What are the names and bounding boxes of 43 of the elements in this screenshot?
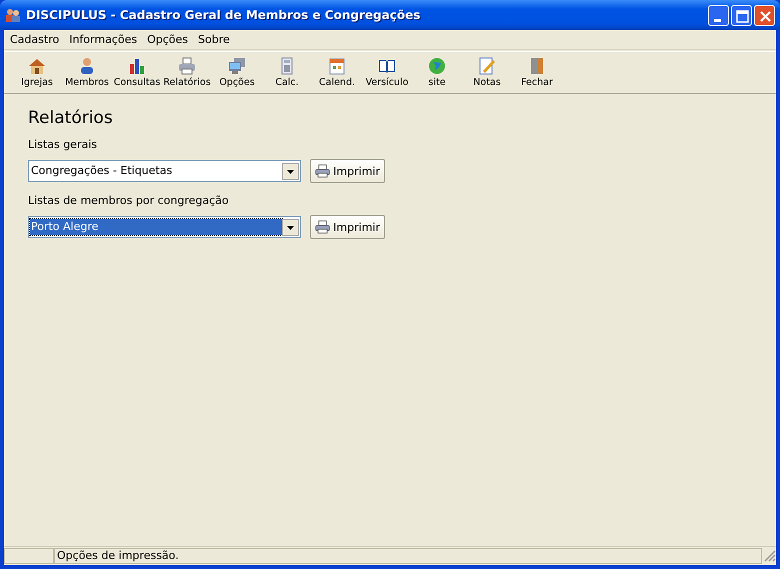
printer-icon [315,162,330,180]
status-text: Opções de impressão. [54,548,762,564]
window-title: DISCIPULUS - Cadastro Geral de Membros e Congregações [26,8,422,22]
page-heading: Relatórios [28,108,114,128]
print-button[interactable]: Imprimir [310,159,385,183]
printer-icon [178,57,196,75]
menu-item[interactable]: Cadastro [6,33,66,46]
monitor-icon [228,57,246,75]
dropdown[interactable]: Congregações - Etiquetas [28,160,301,182]
toolbar-button[interactable]: Versículo [362,54,412,92]
resize-grip-icon [764,550,776,562]
people-icon [5,7,21,23]
minimize-button[interactable] [708,4,729,26]
maximize-button[interactable] [731,4,752,26]
field-label: Listas de membros por congregação [28,194,230,207]
menu-item[interactable]: Sobre [194,33,236,46]
door-icon [528,57,546,75]
person-icon [78,57,96,75]
chart-icon [128,57,146,75]
menu-item[interactable]: Opções [143,33,194,46]
toolbar-button[interactable]: Membros [62,54,112,92]
toolbar-button[interactable]: Consultas [112,54,162,92]
status-panel [4,548,54,564]
toolbar-button[interactable]: Notas [462,54,512,92]
close-button[interactable] [754,4,775,26]
toolbar-button[interactable]: Relatórios [162,54,212,92]
field-label: Listas gerais [28,138,98,151]
calendar-icon [328,57,346,75]
toolbar-button[interactable]: Opções [212,54,262,92]
toolbar-button[interactable]: site [412,54,462,92]
book-icon [378,57,396,75]
dropdown[interactable]: Porto Alegre [28,216,301,238]
minimize-icon [714,18,721,22]
print-button[interactable]: Imprimir [310,215,385,239]
printer-icon [315,218,330,236]
toolbar-button[interactable]: Calend. [312,54,362,92]
toolbar-button[interactable]: Igrejas [12,54,62,92]
menu-item[interactable]: Informações [65,33,144,46]
house-icon [28,57,46,75]
toolbar-button[interactable]: Calc. [262,54,312,92]
toolbar-button[interactable]: Fechar [512,54,562,92]
globe-icon [428,57,446,75]
note-icon [478,57,496,75]
